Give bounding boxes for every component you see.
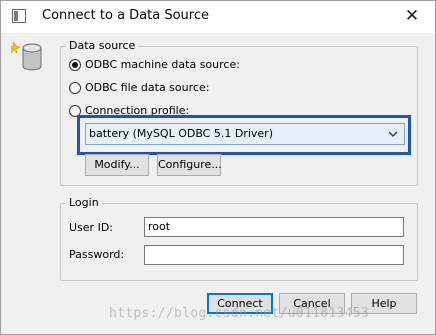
select-value: battery (MySQL ODBC 5.1 Driver) xyxy=(89,127,273,140)
login-group-label: Login xyxy=(66,196,102,209)
app-window-icon xyxy=(12,9,26,23)
radio-button[interactable] xyxy=(69,81,81,94)
radio-label: ODBC machine data source: xyxy=(85,58,240,71)
title-bar: Connect to a Data Source ✕ xyxy=(1,1,435,33)
connect-dialog: Connect to a Data Source ✕ Data source O… xyxy=(0,0,436,335)
chevron-down-icon[interactable] xyxy=(386,124,400,144)
radio-label: ODBC file data source: xyxy=(85,81,210,94)
data-source-group-label: Data source xyxy=(66,39,139,52)
database-icon xyxy=(11,41,42,71)
data-source-select[interactable]: battery (MySQL ODBC 5.1 Driver) xyxy=(85,123,405,145)
password-field[interactable] xyxy=(144,245,404,265)
radio-odbc-file[interactable]: ODBC file data source: xyxy=(69,81,209,94)
radio-odbc-machine[interactable]: ODBC machine data source: xyxy=(69,58,240,71)
radio-button[interactable] xyxy=(69,58,81,71)
close-button[interactable]: ✕ xyxy=(401,5,423,27)
watermark-text: https://blog.csdn.net/u011813453 xyxy=(109,306,370,321)
window-title: Connect to a Data Source xyxy=(42,8,209,23)
modify-button[interactable]: Modify... xyxy=(85,154,149,176)
login-group: Login xyxy=(60,196,418,281)
password-label: Password: xyxy=(69,248,125,261)
configure-button[interactable]: Configure... xyxy=(157,154,222,176)
user-id-label: User ID: xyxy=(69,221,113,234)
user-id-field[interactable]: root xyxy=(144,217,404,237)
